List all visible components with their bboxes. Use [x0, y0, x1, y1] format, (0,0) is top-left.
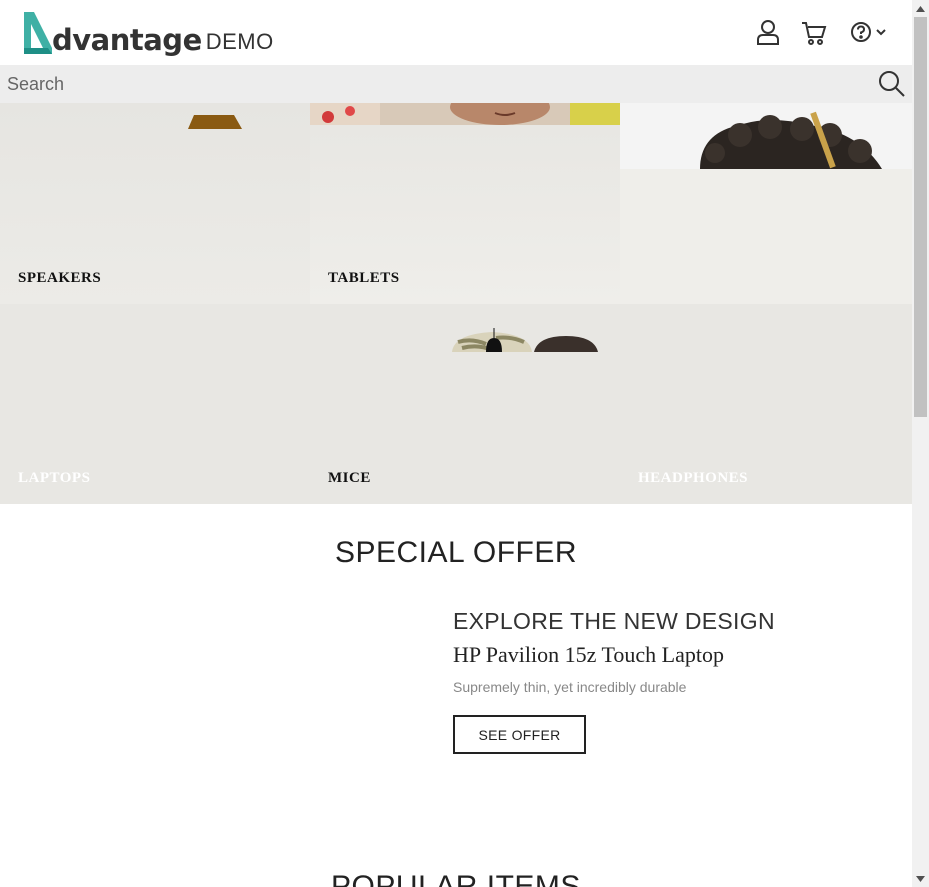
logo-mark-icon — [22, 10, 56, 56]
mice-image — [452, 328, 598, 352]
page-scrollbar[interactable] — [912, 0, 929, 887]
category-laptops[interactable]: LAPTOPS — [0, 304, 310, 504]
speaker-image — [188, 115, 242, 129]
category-grid: SPEAKERS TABLETS LAPTOPS MICE HEADPHONES — [0, 103, 912, 504]
category-headphones-photo[interactable] — [620, 103, 912, 304]
offer-product-name: HP Pavilion 15z Touch Laptop — [453, 642, 724, 667]
search-input[interactable] — [0, 65, 860, 103]
cart-icon[interactable] — [800, 18, 828, 46]
category-speakers[interactable]: SPEAKERS — [0, 103, 310, 304]
popular-items-title: POPULAR ITEMS — [331, 870, 581, 887]
logo[interactable]: dvantage DEMO — [22, 10, 274, 56]
headphones-model-image — [620, 103, 912, 169]
category-mice[interactable]: MICE — [310, 304, 620, 504]
category-headphones[interactable]: HEADPHONES — [620, 304, 912, 504]
category-label-headphones: HEADPHONES — [638, 470, 749, 486]
user-icon[interactable] — [754, 18, 782, 46]
category-label-mice: MICE — [328, 470, 371, 486]
scroll-down-icon[interactable] — [912, 870, 929, 887]
category-label-laptops: LAPTOPS — [18, 470, 91, 486]
scroll-up-icon[interactable] — [912, 0, 929, 17]
category-label-tablets: TABLETS — [328, 270, 400, 286]
logo-demo-text: DEMO — [205, 29, 274, 54]
site-header: dvantage DEMO — [0, 0, 912, 65]
chevron-down-icon — [874, 25, 888, 39]
search-icon[interactable] — [878, 70, 906, 98]
help-icon — [850, 21, 872, 43]
category-label-speakers: SPEAKERS — [18, 270, 102, 286]
offer-description: Supremely thin, yet incredibly durable — [453, 679, 687, 695]
scroll-thumb[interactable] — [914, 17, 927, 417]
category-tablets[interactable]: TABLETS — [310, 103, 620, 304]
help-menu[interactable] — [848, 18, 890, 46]
logo-text: dvantage — [52, 23, 202, 57]
search-bar — [0, 65, 912, 103]
offer-tagline: EXPLORE THE NEW DESIGN — [453, 608, 775, 634]
special-offer-title: SPECIAL OFFER — [334, 536, 578, 569]
see-offer-button[interactable]: SEE OFFER — [453, 715, 586, 754]
tablet-photo-image — [310, 103, 620, 125]
